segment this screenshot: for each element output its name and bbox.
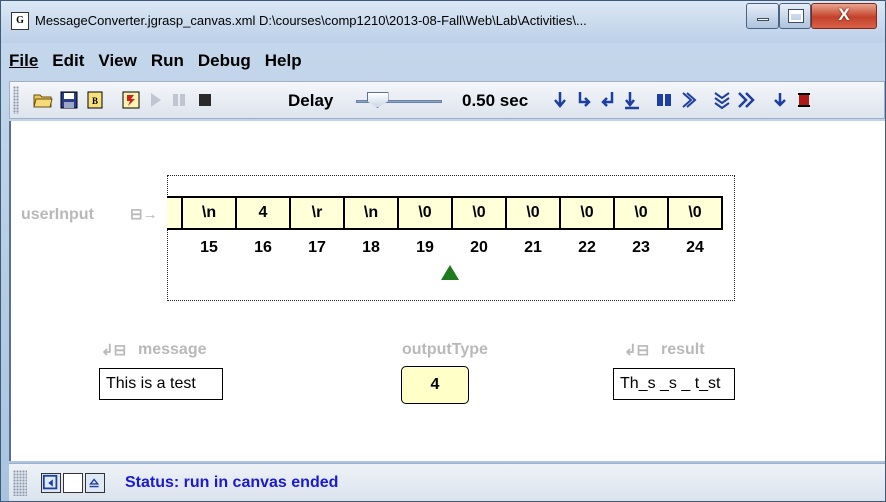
array-index-label: 16	[254, 239, 272, 256]
array-cell: \0	[397, 196, 453, 230]
array-index-label: 20	[470, 239, 488, 256]
close-button[interactable]: X	[811, 3, 877, 29]
array-cells: \r\n4\r\n\0\0\0\0\0\0	[167, 196, 735, 230]
array-indices: 1415161718192021222324	[167, 239, 735, 259]
array-index-label: 19	[416, 239, 434, 256]
fast-forward-icon[interactable]	[735, 89, 757, 111]
window-title: MessageConverter.jgrasp_canvas.xml D:\co…	[35, 13, 587, 28]
array-index-label: 21	[524, 239, 542, 256]
title-bar: G MessageConverter.jgrasp_canvas.xml D:\…	[1, 1, 885, 43]
array-cell: \0	[451, 196, 507, 230]
toolbar-grip[interactable]	[13, 86, 19, 114]
array-cell: \0	[613, 196, 669, 230]
menu-edit[interactable]: Edit	[52, 51, 84, 73]
maximize-icon	[788, 9, 804, 23]
array-cell: \r	[289, 196, 345, 230]
menu-run[interactable]: Run	[151, 51, 184, 73]
svg-text:B: B	[92, 96, 98, 106]
array-cell: \0	[505, 196, 561, 230]
menu-bar: File Edit View Run Debug Help	[9, 51, 302, 73]
collapse-icon[interactable]	[85, 473, 105, 493]
resume-icon[interactable]	[677, 89, 699, 111]
minimize-button[interactable]	[746, 3, 779, 29]
app-window: G MessageConverter.jgrasp_canvas.xml D:\…	[0, 0, 886, 502]
run-in-canvas-icon[interactable]	[120, 89, 142, 111]
menu-view[interactable]: View	[98, 51, 136, 73]
menu-debug[interactable]: Debug	[198, 51, 251, 73]
delay-slider-thumb[interactable]	[366, 92, 389, 108]
step-out-icon[interactable]	[597, 89, 619, 111]
dock-icon[interactable]	[41, 473, 61, 493]
open-folder-icon[interactable]	[32, 89, 54, 111]
result-label: result	[661, 341, 705, 358]
step-in-all-icon[interactable]	[711, 89, 733, 111]
step-over-icon[interactable]	[549, 89, 571, 111]
step-in-icon[interactable]	[573, 89, 595, 111]
blank-window-icon[interactable]	[63, 473, 83, 493]
minimize-icon	[757, 18, 769, 21]
pause-icon[interactable]	[168, 89, 190, 111]
message-ref-icon: ↲⊟	[101, 342, 127, 359]
outputtype-label: outputType	[402, 341, 488, 358]
array-index-label: 18	[362, 239, 380, 256]
stop-icon[interactable]	[194, 89, 216, 111]
toolbar: B Delay 0.50 sec	[9, 81, 885, 119]
array-index-label: 15	[200, 239, 218, 256]
status-text: Status: run in canvas ended	[125, 474, 339, 491]
menu-file[interactable]: File	[9, 51, 38, 73]
array-index-label: 24	[686, 239, 704, 256]
menu-help[interactable]: Help	[265, 51, 302, 73]
userinput-label: userInput	[21, 206, 94, 223]
bookmark-icon[interactable]: B	[84, 89, 106, 111]
delay-value: 0.50 sec	[462, 91, 529, 110]
array-index-label: 17	[308, 239, 326, 256]
array-cell: 4	[235, 196, 291, 230]
result-ref-icon: ↲⊟	[624, 342, 650, 359]
play-icon[interactable]	[144, 89, 166, 111]
status-bar: Status: run in canvas ended	[9, 463, 885, 501]
delay-label: Delay	[288, 91, 334, 110]
close-icon: X	[838, 5, 850, 24]
maximize-button[interactable]	[779, 3, 811, 29]
array-cell: \n	[181, 196, 237, 230]
message-value-box[interactable]: This is a test	[99, 368, 223, 400]
statusbar-grip[interactable]	[13, 470, 27, 496]
array-cell: \0	[559, 196, 615, 230]
step-down-icon[interactable]	[769, 89, 791, 111]
result-value-box[interactable]: Th_s _s _ t_st	[613, 368, 735, 400]
outputtype-value-box[interactable]: 4	[401, 366, 469, 404]
jgrasp-app-icon[interactable]: G	[11, 12, 29, 30]
array-index-label: 22	[578, 239, 596, 256]
run-to-cursor-icon[interactable]	[621, 89, 643, 111]
array-cell: \0	[667, 196, 723, 230]
message-label: message	[138, 341, 207, 358]
array-viewer-frame[interactable]	[167, 175, 735, 301]
pause-toggle-icon[interactable]	[653, 89, 675, 111]
end-icon[interactable]	[793, 89, 815, 111]
current-index-marker-icon	[441, 265, 459, 280]
save-icon[interactable]	[58, 89, 80, 111]
array-index-label: 23	[632, 239, 650, 256]
array-cell: \n	[343, 196, 399, 230]
reference-arrow-icon: ⊟→	[130, 206, 158, 223]
